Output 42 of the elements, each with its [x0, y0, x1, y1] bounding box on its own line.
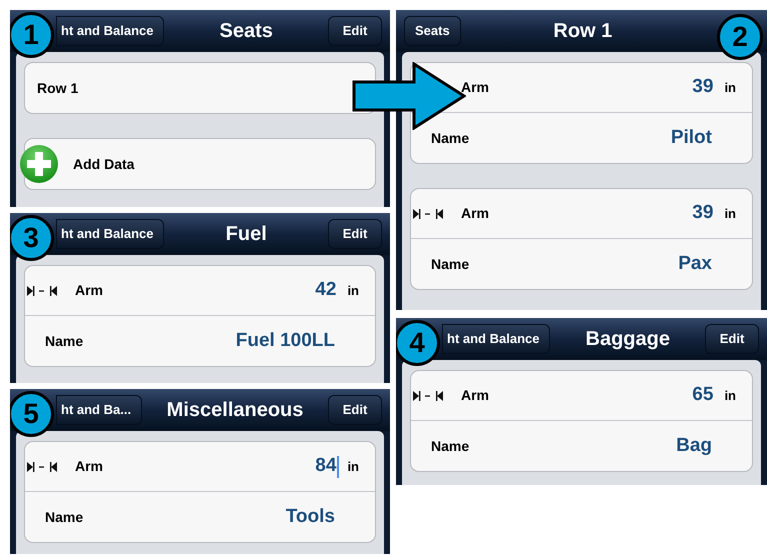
back-button[interactable]: ht and Balance	[56, 219, 164, 249]
edit-button[interactable]: Edit	[328, 16, 382, 46]
arm-value[interactable]: 39	[692, 199, 714, 228]
row-label: Arm	[461, 78, 490, 97]
back-button[interactable]: ht and Balance	[56, 16, 164, 46]
name-value[interactable]: Fuel 100LL	[236, 326, 335, 356]
unit-label: in	[724, 386, 736, 405]
row-label[interactable]: Add Data	[73, 154, 134, 174]
name-value[interactable]: Pax	[678, 250, 712, 278]
row-label: Name	[431, 436, 470, 456]
row-label: Name	[431, 128, 470, 148]
row-label: Name	[45, 508, 84, 526]
unit-label: in	[724, 78, 736, 97]
back-button[interactable]: ht and Balance	[442, 324, 550, 354]
row-label: Name	[45, 332, 84, 350]
screen-title: Fuel	[224, 222, 268, 247]
unit-label: in	[724, 204, 736, 223]
arm-value[interactable]: 42	[315, 276, 336, 305]
screen-title: Seats	[218, 19, 274, 44]
row-label: Arm	[461, 204, 490, 223]
back-button[interactable]: ht and Ba...	[56, 395, 142, 425]
arm-value[interactable]: 65	[692, 381, 714, 410]
row-label: Arm	[461, 386, 490, 405]
arm-value[interactable]: 39	[692, 73, 714, 102]
row-label: Arm	[75, 281, 104, 300]
screen-title: Baggage	[584, 327, 671, 352]
edit-button[interactable]: Edit	[328, 219, 382, 249]
arm-value[interactable]: 84	[315, 452, 336, 481]
back-button[interactable]: Seats	[404, 16, 461, 46]
screen-title: Miscellaneous	[166, 398, 304, 423]
name-value[interactable]: Tools	[286, 502, 335, 532]
name-value[interactable]: Pilot	[670, 124, 712, 152]
unit-label: in	[347, 458, 359, 476]
unit-label: in	[347, 282, 359, 300]
row-label: Arm	[75, 457, 104, 476]
screen-title: Row 1	[552, 19, 614, 44]
add-icon[interactable]	[19, 144, 59, 184]
name-value[interactable]: Bag	[676, 432, 712, 460]
edit-button[interactable]: Edit	[705, 324, 759, 354]
row-label: Name	[431, 254, 470, 274]
edit-button[interactable]: Edit	[328, 395, 382, 425]
row-label[interactable]: Row 1	[37, 78, 78, 98]
